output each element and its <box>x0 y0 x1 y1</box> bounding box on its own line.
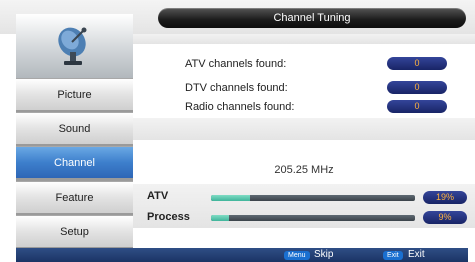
process-progress-bar <box>211 215 415 221</box>
page-title: Channel Tuning <box>158 8 466 28</box>
menu-key-action: Skip <box>314 249 334 260</box>
process-progress-fill <box>211 215 230 221</box>
sidebar-item-channel[interactable]: Channel <box>16 146 133 178</box>
sidebar-item-sound[interactable]: Sound <box>16 112 133 144</box>
satellite-dish-icon <box>58 27 87 65</box>
process-progress-label: Process <box>147 211 190 223</box>
menu-key-badge[interactable]: Menu <box>284 251 310 260</box>
atv-channels-count: 0 <box>387 57 447 70</box>
dtv-channels-count: 0 <box>387 81 447 94</box>
process-progress-percent: 9% <box>423 211 467 224</box>
spacer-band <box>133 34 475 44</box>
tv-menu-screen: Channel Tuning Picture Sound Channel Fea… <box>0 0 475 262</box>
atv-progress-bar <box>211 195 415 201</box>
sidebar-item-picture[interactable]: Picture <box>16 78 133 110</box>
radio-channels-label: Radio channels found: <box>185 101 295 113</box>
atv-progress-label: ATV <box>147 190 169 202</box>
radio-channels-count: 0 <box>387 100 447 113</box>
exit-key-badge[interactable]: Exit <box>383 251 403 260</box>
atv-progress-fill <box>211 195 250 201</box>
channel-logo-tile <box>16 14 133 78</box>
footer-bar: Menu Skip Exit Exit <box>16 248 468 262</box>
dtv-channels-label: DTV channels found: <box>185 82 288 94</box>
sidebar-item-feature[interactable]: Feature <box>16 181 133 213</box>
atv-progress-percent: 19% <box>423 191 467 204</box>
sidebar-menu: Picture Sound Channel Feature Setup <box>16 14 133 248</box>
sidebar-item-setup[interactable]: Setup <box>16 215 133 247</box>
atv-channels-label: ATV channels found: <box>185 58 287 70</box>
exit-key-action: Exit <box>408 249 425 260</box>
frequency-readout: 205.25 MHz <box>274 164 334 176</box>
channel-tuning-panel: ATV channels found: 0 DTV channels found… <box>133 34 475 248</box>
spacer-band <box>133 118 475 140</box>
